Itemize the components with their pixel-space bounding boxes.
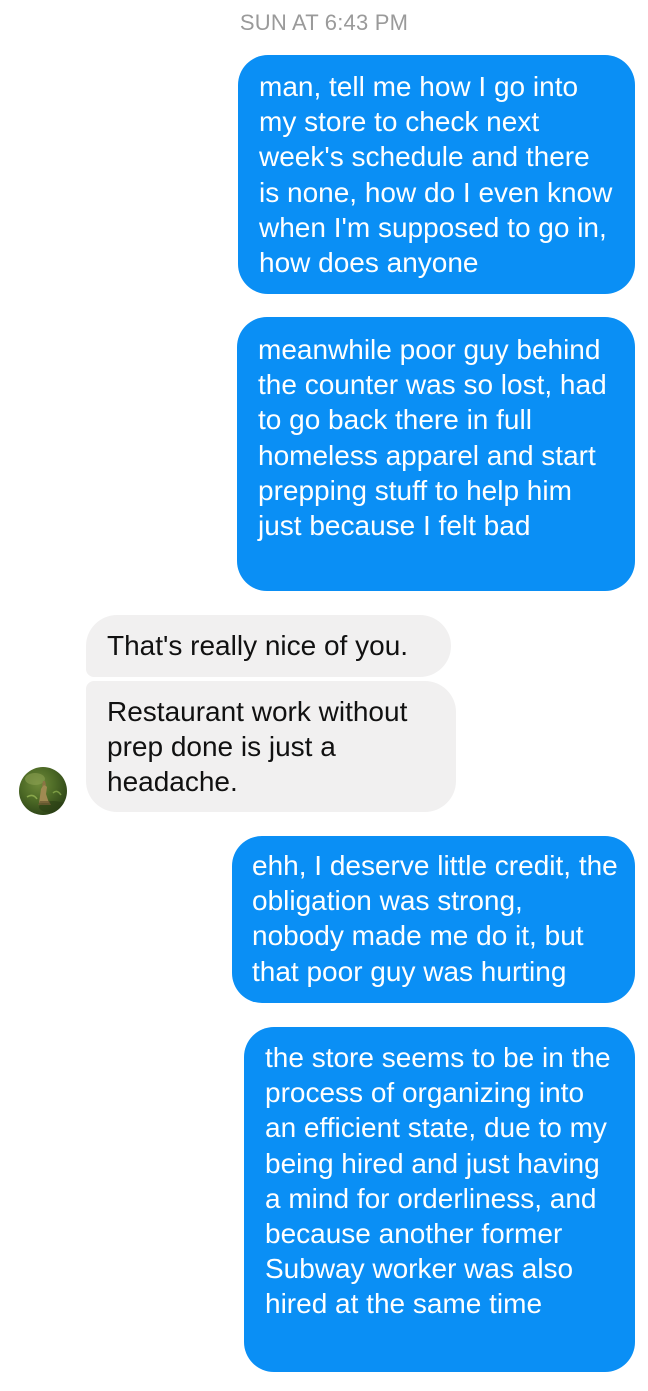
incoming-message-bubble[interactable]: That's really nice of you.	[86, 615, 451, 677]
contact-avatar-photo-icon	[25, 773, 67, 813]
contact-avatar[interactable]	[19, 767, 67, 815]
message-timestamp: SUN AT 6:43 PM	[239, 10, 409, 35]
outgoing-message-bubble[interactable]: ehh, I deserve little credit, the obliga…	[232, 836, 635, 1003]
incoming-message-bubble[interactable]: Restaurant work without prep done is jus…	[86, 681, 456, 812]
outgoing-message-bubble[interactable]: meanwhile poor guy behind the counter wa…	[237, 317, 635, 591]
outgoing-message-bubble[interactable]: the store seems to be in the process of …	[244, 1027, 635, 1372]
outgoing-message-bubble[interactable]: man, tell me how I go into my store to c…	[238, 55, 635, 294]
